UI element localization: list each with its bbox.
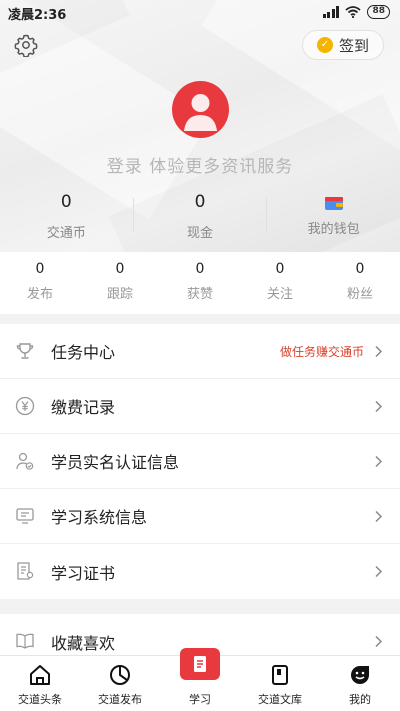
tab-label: 交道头条 — [18, 693, 62, 706]
menu-item-label: 学员实名认证信息 — [51, 453, 180, 472]
status-bar: 凌晨2:36 88 — [0, 0, 400, 26]
smiley-icon — [351, 666, 369, 684]
menu-item-payment-records[interactable]: 缴费记录 — [0, 379, 400, 434]
coin-balance-label: 交通币 — [46, 226, 86, 241]
stat-value: 0 — [115, 261, 125, 277]
stat-label: 关注 — [266, 287, 293, 302]
chevron-right-icon — [375, 345, 383, 358]
checkmark-icon: ✓ — [316, 37, 333, 53]
stat-likes[interactable]: 0 获赞 — [160, 252, 240, 314]
my-wallet[interactable]: 我的钱包 — [267, 190, 400, 246]
yen-icon — [15, 396, 35, 416]
tab-label: 交道文库 — [258, 693, 302, 706]
account-summary: 0 交通币 0 现金 我的钱包 — [0, 190, 400, 246]
wallet-icon — [324, 197, 343, 210]
tab-mine[interactable]: 我的 — [320, 656, 400, 711]
stat-value: 0 — [35, 261, 45, 277]
coin-balance-value: 0 — [60, 192, 72, 212]
cash-balance-value: 0 — [194, 192, 206, 212]
battery-indicator: 88 — [367, 5, 390, 19]
menu-item-label: 缴费记录 — [51, 398, 116, 417]
home-icon — [30, 665, 50, 685]
chevron-right-icon — [375, 565, 383, 578]
login-prompt[interactable]: 登录 体验更多资讯服务 — [0, 152, 400, 177]
status-time: 凌晨2:36 — [8, 8, 67, 23]
settings-gear-icon[interactable] — [14, 33, 38, 57]
cash-balance-label: 现金 — [187, 226, 214, 241]
tab-publish[interactable]: 交道发布 — [80, 656, 160, 711]
tab-study[interactable]: 学习 — [160, 648, 240, 711]
menu-item-realname-verification[interactable]: 学员实名认证信息 — [0, 434, 400, 489]
social-stats: 0 发布 0 跟踪 0 获赞 0 关注 0 粉丝 — [0, 252, 400, 314]
checkin-button[interactable]: ✓ 签到 — [302, 30, 384, 60]
pie-chart-icon — [110, 665, 130, 685]
stat-label: 获赞 — [186, 287, 213, 302]
tab-label: 交道发布 — [98, 693, 142, 706]
default-user-icon — [184, 94, 217, 131]
tab-library[interactable]: 交道文库 — [240, 656, 320, 711]
menu-item-label: 收藏喜欢 — [51, 633, 116, 653]
chevron-right-icon — [375, 455, 383, 468]
library-icon — [272, 665, 288, 685]
study-icon — [180, 648, 220, 680]
user-verify-icon — [16, 452, 34, 470]
chevron-right-icon — [375, 510, 383, 523]
tab-label: 我的 — [349, 693, 371, 706]
stat-fans[interactable]: 0 粉丝 — [320, 252, 400, 314]
tab-label: 学习 — [189, 693, 211, 706]
chevron-right-icon — [375, 400, 383, 413]
menu-item-task-center[interactable]: 任务中心 做任务赚交通币 — [0, 324, 400, 379]
stat-label: 跟踪 — [106, 287, 133, 302]
cash-balance[interactable]: 0 现金 — [134, 190, 267, 246]
stat-follows[interactable]: 0 关注 — [240, 252, 320, 314]
stat-following-tracks[interactable]: 0 跟踪 — [80, 252, 160, 314]
menu-item-label: 学习系统信息 — [51, 508, 148, 527]
book-icon — [16, 633, 34, 649]
menu-item-label: 任务中心 — [51, 343, 116, 362]
menu-item-study-system-info[interactable]: 学习系统信息 — [0, 489, 400, 544]
menu-group-main: 任务中心 做任务赚交通币 缴费记录 学员实名认证信息 学习系统信息 学习证书 — [0, 324, 400, 599]
chevron-right-icon — [375, 635, 383, 648]
monitor-icon — [16, 508, 34, 524]
certificate-icon — [17, 562, 34, 580]
bottom-tab-bar: 交道头条 交道发布 学习 交道文库 我的 — [0, 648, 400, 711]
avatar[interactable] — [172, 81, 229, 138]
stat-label: 发布 — [26, 287, 53, 302]
stat-value: 0 — [355, 261, 365, 277]
stat-label: 粉丝 — [346, 287, 373, 302]
stat-value: 0 — [195, 261, 205, 277]
menu-item-study-certificate[interactable]: 学习证书 — [0, 544, 400, 599]
menu-item-label: 学习证书 — [51, 563, 116, 583]
checkin-label: 签到 — [338, 36, 369, 55]
stat-value: 0 — [275, 261, 285, 277]
my-wallet-label: 我的钱包 — [307, 222, 360, 237]
signal-icon — [322, 6, 340, 18]
tab-headlines[interactable]: 交道头条 — [0, 656, 80, 711]
coin-balance[interactable]: 0 交通币 — [0, 190, 133, 246]
trophy-icon — [16, 343, 34, 359]
task-promo-text: 做任务赚交通币 — [279, 344, 364, 359]
stat-posts[interactable]: 0 发布 — [0, 252, 80, 314]
wifi-icon — [345, 6, 362, 18]
